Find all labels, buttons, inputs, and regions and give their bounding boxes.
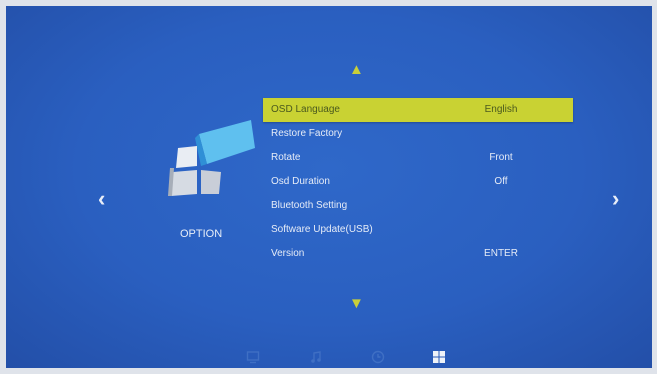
menu-item-label: Version — [271, 248, 305, 259]
scroll-up-icon[interactable]: ▲ — [349, 62, 364, 77]
menu-item-label: Restore Factory — [271, 128, 343, 139]
option-cube-icon — [168, 120, 255, 196]
option-grid-icon[interactable] — [432, 350, 446, 364]
menu-item-restore-factory[interactable]: Restore Factory — [263, 122, 573, 146]
settings-menu: OSD Language English Restore Factory Rot… — [263, 98, 573, 266]
next-category-icon[interactable]: › — [612, 188, 619, 210]
menu-item-rotate[interactable]: Rotate Front — [263, 146, 573, 170]
menu-item-bluetooth-setting[interactable]: Bluetooth Setting — [263, 194, 573, 218]
menu-item-osd-language[interactable]: OSD Language English — [263, 98, 573, 122]
menu-item-value: Front — [489, 152, 513, 163]
category-bar — [6, 344, 652, 368]
menu-item-osd-duration[interactable]: Osd Duration Off — [263, 170, 573, 194]
tv-icon[interactable] — [246, 350, 260, 364]
osd-screen: ▲ ▼ ‹ › OPTION OSD Language English Rest… — [6, 6, 652, 368]
menu-item-value: English — [484, 104, 518, 115]
menu-item-label: Osd Duration — [271, 176, 330, 187]
menu-item-label: Bluetooth Setting — [271, 200, 348, 211]
previous-category-icon[interactable]: ‹ — [98, 188, 105, 210]
menu-item-value: Off — [494, 176, 508, 187]
menu-item-value: ENTER — [484, 248, 518, 259]
menu-item-label: Rotate — [271, 152, 301, 163]
scroll-down-icon[interactable]: ▼ — [349, 296, 364, 311]
music-icon[interactable] — [309, 350, 323, 364]
menu-item-label: OSD Language — [271, 104, 340, 115]
menu-item-version[interactable]: Version ENTER — [263, 242, 573, 266]
category-label: OPTION — [180, 228, 223, 240]
menu-item-software-update[interactable]: Software Update(USB) — [263, 218, 573, 242]
clock-icon[interactable] — [371, 350, 385, 364]
menu-item-label: Software Update(USB) — [271, 224, 373, 235]
